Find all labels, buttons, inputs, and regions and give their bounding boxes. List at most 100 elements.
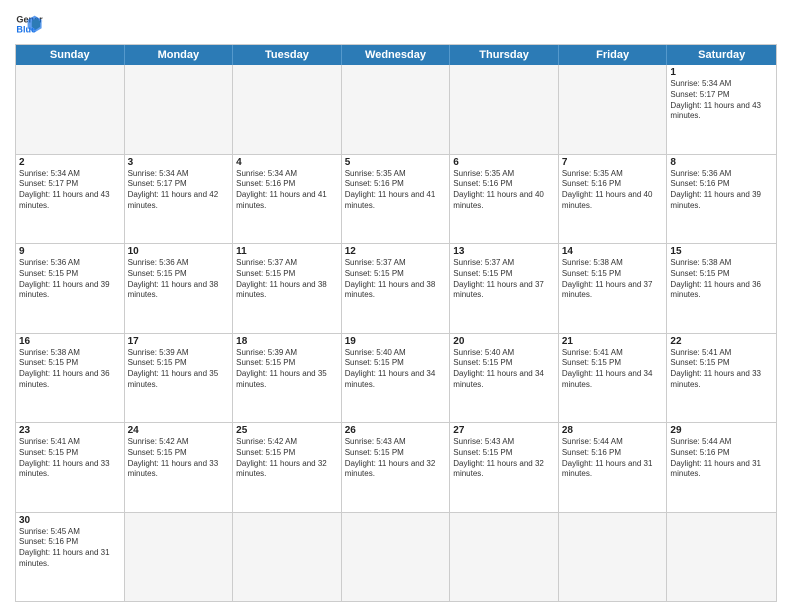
date-number: 2 xyxy=(19,157,121,168)
calendar-cell-r1c0: 2Sunrise: 5:34 AM Sunset: 5:17 PM Daylig… xyxy=(16,155,125,244)
date-number: 11 xyxy=(236,246,338,257)
calendar-cell-r5c5 xyxy=(559,513,668,602)
cell-info: Sunrise: 5:41 AM Sunset: 5:15 PM Dayligh… xyxy=(19,437,121,480)
cell-info: Sunrise: 5:35 AM Sunset: 5:16 PM Dayligh… xyxy=(453,169,555,212)
cell-info: Sunrise: 5:35 AM Sunset: 5:16 PM Dayligh… xyxy=(562,169,664,212)
date-number: 22 xyxy=(670,336,773,347)
date-number: 18 xyxy=(236,336,338,347)
day-name-thursday: Thursday xyxy=(450,45,559,65)
date-number: 16 xyxy=(19,336,121,347)
cell-info: Sunrise: 5:43 AM Sunset: 5:15 PM Dayligh… xyxy=(345,437,447,480)
cell-info: Sunrise: 5:44 AM Sunset: 5:16 PM Dayligh… xyxy=(670,437,773,480)
calendar-cell-r1c6: 8Sunrise: 5:36 AM Sunset: 5:16 PM Daylig… xyxy=(667,155,776,244)
cell-info: Sunrise: 5:37 AM Sunset: 5:15 PM Dayligh… xyxy=(345,258,447,301)
cell-info: Sunrise: 5:37 AM Sunset: 5:15 PM Dayligh… xyxy=(453,258,555,301)
cell-info: Sunrise: 5:34 AM Sunset: 5:17 PM Dayligh… xyxy=(670,79,773,122)
date-number: 9 xyxy=(19,246,121,257)
date-number: 8 xyxy=(670,157,773,168)
calendar-cell-r5c0: 30Sunrise: 5:45 AM Sunset: 5:16 PM Dayli… xyxy=(16,513,125,602)
calendar-cell-r2c6: 15Sunrise: 5:38 AM Sunset: 5:15 PM Dayli… xyxy=(667,244,776,333)
calendar-cell-r0c2 xyxy=(233,65,342,154)
calendar-cell-r5c2 xyxy=(233,513,342,602)
date-number: 29 xyxy=(670,425,773,436)
cell-info: Sunrise: 5:38 AM Sunset: 5:15 PM Dayligh… xyxy=(562,258,664,301)
date-number: 15 xyxy=(670,246,773,257)
cell-info: Sunrise: 5:44 AM Sunset: 5:16 PM Dayligh… xyxy=(562,437,664,480)
calendar-row-4: 23Sunrise: 5:41 AM Sunset: 5:15 PM Dayli… xyxy=(16,423,776,513)
cell-info: Sunrise: 5:38 AM Sunset: 5:15 PM Dayligh… xyxy=(19,348,121,391)
calendar-cell-r1c3: 5Sunrise: 5:35 AM Sunset: 5:16 PM Daylig… xyxy=(342,155,451,244)
calendar-cell-r4c6: 29Sunrise: 5:44 AM Sunset: 5:16 PM Dayli… xyxy=(667,423,776,512)
cell-info: Sunrise: 5:40 AM Sunset: 5:15 PM Dayligh… xyxy=(345,348,447,391)
calendar-row-3: 16Sunrise: 5:38 AM Sunset: 5:15 PM Dayli… xyxy=(16,334,776,424)
calendar-cell-r0c0 xyxy=(16,65,125,154)
day-name-wednesday: Wednesday xyxy=(342,45,451,65)
logo: General Blue xyxy=(15,10,47,38)
date-number: 21 xyxy=(562,336,664,347)
calendar-cell-r3c0: 16Sunrise: 5:38 AM Sunset: 5:15 PM Dayli… xyxy=(16,334,125,423)
date-number: 19 xyxy=(345,336,447,347)
date-number: 17 xyxy=(128,336,230,347)
calendar-row-5: 30Sunrise: 5:45 AM Sunset: 5:16 PM Dayli… xyxy=(16,513,776,602)
calendar-cell-r3c3: 19Sunrise: 5:40 AM Sunset: 5:15 PM Dayli… xyxy=(342,334,451,423)
calendar-cell-r2c2: 11Sunrise: 5:37 AM Sunset: 5:15 PM Dayli… xyxy=(233,244,342,333)
date-number: 1 xyxy=(670,67,773,78)
cell-info: Sunrise: 5:37 AM Sunset: 5:15 PM Dayligh… xyxy=(236,258,338,301)
cell-info: Sunrise: 5:45 AM Sunset: 5:16 PM Dayligh… xyxy=(19,527,121,570)
calendar-cell-r4c0: 23Sunrise: 5:41 AM Sunset: 5:15 PM Dayli… xyxy=(16,423,125,512)
day-name-saturday: Saturday xyxy=(667,45,776,65)
calendar-cell-r2c3: 12Sunrise: 5:37 AM Sunset: 5:15 PM Dayli… xyxy=(342,244,451,333)
date-number: 20 xyxy=(453,336,555,347)
calendar-cell-r5c4 xyxy=(450,513,559,602)
date-number: 27 xyxy=(453,425,555,436)
calendar-cell-r0c4 xyxy=(450,65,559,154)
calendar-cell-r4c1: 24Sunrise: 5:42 AM Sunset: 5:15 PM Dayli… xyxy=(125,423,234,512)
calendar-cell-r1c1: 3Sunrise: 5:34 AM Sunset: 5:17 PM Daylig… xyxy=(125,155,234,244)
date-number: 13 xyxy=(453,246,555,257)
cell-info: Sunrise: 5:39 AM Sunset: 5:15 PM Dayligh… xyxy=(128,348,230,391)
date-number: 28 xyxy=(562,425,664,436)
calendar-cell-r1c2: 4Sunrise: 5:34 AM Sunset: 5:16 PM Daylig… xyxy=(233,155,342,244)
cell-info: Sunrise: 5:34 AM Sunset: 5:16 PM Dayligh… xyxy=(236,169,338,212)
calendar-cell-r2c1: 10Sunrise: 5:36 AM Sunset: 5:15 PM Dayli… xyxy=(125,244,234,333)
calendar-cell-r2c5: 14Sunrise: 5:38 AM Sunset: 5:15 PM Dayli… xyxy=(559,244,668,333)
date-number: 25 xyxy=(236,425,338,436)
cell-info: Sunrise: 5:42 AM Sunset: 5:15 PM Dayligh… xyxy=(128,437,230,480)
calendar-cell-r3c1: 17Sunrise: 5:39 AM Sunset: 5:15 PM Dayli… xyxy=(125,334,234,423)
calendar-cell-r3c4: 20Sunrise: 5:40 AM Sunset: 5:15 PM Dayli… xyxy=(450,334,559,423)
date-number: 5 xyxy=(345,157,447,168)
calendar-cell-r4c3: 26Sunrise: 5:43 AM Sunset: 5:15 PM Dayli… xyxy=(342,423,451,512)
calendar-header: SundayMondayTuesdayWednesdayThursdayFrid… xyxy=(16,45,776,65)
cell-info: Sunrise: 5:43 AM Sunset: 5:15 PM Dayligh… xyxy=(453,437,555,480)
calendar-cell-r1c5: 7Sunrise: 5:35 AM Sunset: 5:16 PM Daylig… xyxy=(559,155,668,244)
calendar-cell-r1c4: 6Sunrise: 5:35 AM Sunset: 5:16 PM Daylig… xyxy=(450,155,559,244)
date-number: 12 xyxy=(345,246,447,257)
calendar-cell-r2c4: 13Sunrise: 5:37 AM Sunset: 5:15 PM Dayli… xyxy=(450,244,559,333)
cell-info: Sunrise: 5:36 AM Sunset: 5:16 PM Dayligh… xyxy=(670,169,773,212)
header: General Blue xyxy=(15,10,777,38)
date-number: 6 xyxy=(453,157,555,168)
cell-info: Sunrise: 5:34 AM Sunset: 5:17 PM Dayligh… xyxy=(19,169,121,212)
logo-icon: General Blue xyxy=(15,10,43,38)
cell-info: Sunrise: 5:42 AM Sunset: 5:15 PM Dayligh… xyxy=(236,437,338,480)
cell-info: Sunrise: 5:41 AM Sunset: 5:15 PM Dayligh… xyxy=(670,348,773,391)
calendar-row-1: 2Sunrise: 5:34 AM Sunset: 5:17 PM Daylig… xyxy=(16,155,776,245)
date-number: 26 xyxy=(345,425,447,436)
cell-info: Sunrise: 5:36 AM Sunset: 5:15 PM Dayligh… xyxy=(19,258,121,301)
date-number: 3 xyxy=(128,157,230,168)
date-number: 24 xyxy=(128,425,230,436)
calendar-cell-r3c5: 21Sunrise: 5:41 AM Sunset: 5:15 PM Dayli… xyxy=(559,334,668,423)
calendar-cell-r5c1 xyxy=(125,513,234,602)
cell-info: Sunrise: 5:38 AM Sunset: 5:15 PM Dayligh… xyxy=(670,258,773,301)
calendar-row-2: 9Sunrise: 5:36 AM Sunset: 5:15 PM Daylig… xyxy=(16,244,776,334)
calendar-cell-r4c4: 27Sunrise: 5:43 AM Sunset: 5:15 PM Dayli… xyxy=(450,423,559,512)
date-number: 7 xyxy=(562,157,664,168)
cell-info: Sunrise: 5:40 AM Sunset: 5:15 PM Dayligh… xyxy=(453,348,555,391)
cell-info: Sunrise: 5:35 AM Sunset: 5:16 PM Dayligh… xyxy=(345,169,447,212)
calendar-cell-r3c2: 18Sunrise: 5:39 AM Sunset: 5:15 PM Dayli… xyxy=(233,334,342,423)
calendar: SundayMondayTuesdayWednesdayThursdayFrid… xyxy=(15,44,777,602)
page: General Blue SundayMondayTuesdayWednesda… xyxy=(0,0,792,612)
date-number: 4 xyxy=(236,157,338,168)
date-number: 10 xyxy=(128,246,230,257)
calendar-cell-r4c2: 25Sunrise: 5:42 AM Sunset: 5:15 PM Dayli… xyxy=(233,423,342,512)
